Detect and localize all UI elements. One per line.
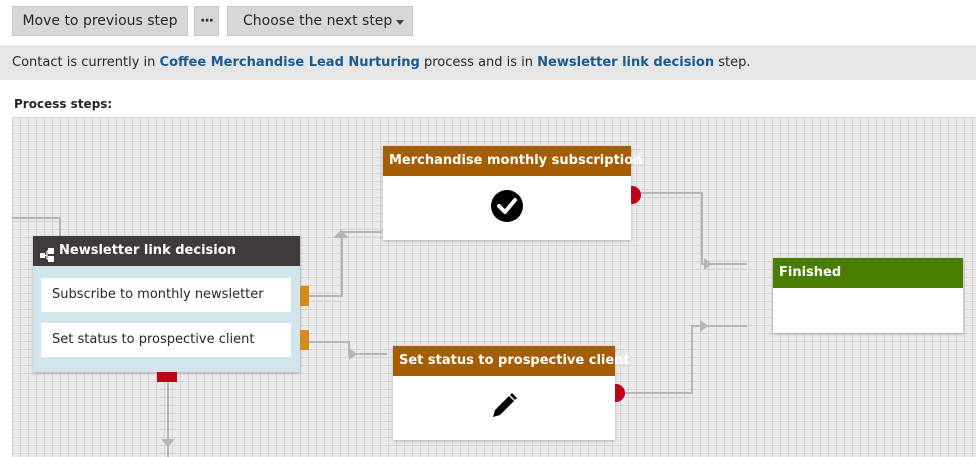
process-steps-heading: Process steps: [14,97,113,111]
finished-title: Finished [773,258,963,288]
move-to-previous-step-button[interactable]: Move to previous step [12,6,188,36]
case-set-status-port[interactable] [300,330,309,350]
decision-title: Newsletter link decision [59,243,236,258]
status-prefix: Contact is currently in [12,55,160,70]
more-actions-label: ··· [200,13,214,29]
decision-header: Newsletter link decision [33,236,300,266]
case-subscribe-newsletter[interactable]: Subscribe to monthly newsletter [41,278,291,312]
process-canvas[interactable]: Merchandise monthly subscription Newslet… [12,117,976,457]
status-middle: process and is in [419,55,538,70]
finished-step[interactable]: Finished [773,258,963,333]
case-set-status[interactable]: Set status to prospective client [41,323,291,357]
checkmark-icon [490,189,524,227]
merchandise-subscription-step[interactable]: Merchandise monthly subscription [383,146,642,240]
case-subscribe-port[interactable] [300,286,309,306]
more-actions-button[interactable]: ··· [194,6,219,36]
newsletter-decision-step[interactable]: Newsletter link decision Subscribe to mo… [33,236,309,382]
triangle-down-icon [396,20,404,25]
decision-icon [40,244,54,274]
status-bar: Contact is currently in Coffee Merchandi… [0,45,976,80]
move-to-previous-step-label: Move to previous step [22,13,178,29]
status-suffix: step. [714,55,751,70]
decision-error-port[interactable] [157,372,177,382]
set-status-step[interactable]: Set status to prospective client [393,346,630,440]
set-status-title: Set status to prospective client [393,346,630,376]
pencil-icon [489,391,519,425]
step-name-link[interactable]: Newsletter link decision [537,55,714,70]
process-name-link[interactable]: Coffee Merchandise Lead Nurturing [160,55,420,70]
merchandise-subscription-title: Merchandise monthly subscription [383,146,642,176]
choose-next-step-label: Choose the next step [243,13,393,29]
choose-next-step-button[interactable]: Choose the next step [227,6,413,36]
